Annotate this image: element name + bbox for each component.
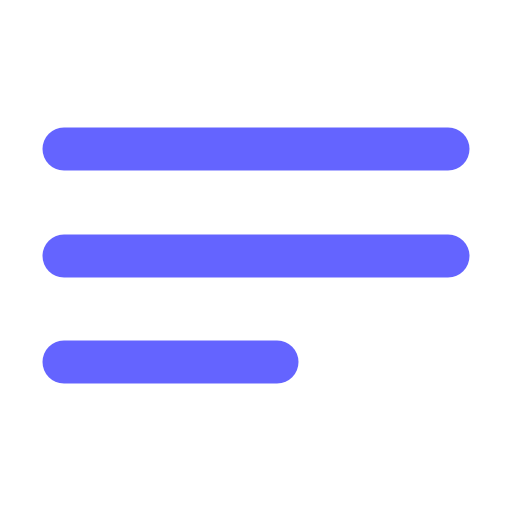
menu-icon[interactable] [0,0,512,512]
icon-canvas [0,0,512,512]
